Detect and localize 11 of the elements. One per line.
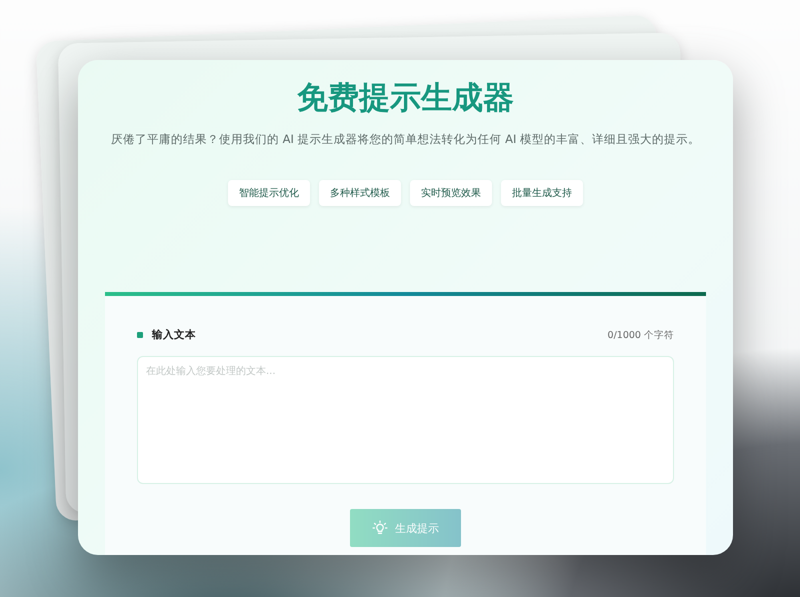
text-input-field[interactable]: 在此处输入您要处理的文本... bbox=[137, 356, 674, 484]
square-bullet-icon bbox=[137, 332, 143, 338]
character-counter: 0/1000 个字符 bbox=[608, 328, 674, 342]
lightbulb-icon bbox=[372, 520, 388, 536]
feature-tag: 多种样式模板 bbox=[319, 180, 401, 206]
input-label: 输入文本 bbox=[152, 328, 196, 342]
feature-tag: 批量生成支持 bbox=[501, 180, 583, 206]
feature-tag: 实时预览效果 bbox=[410, 180, 492, 206]
feature-tag: 智能提示优化 bbox=[228, 180, 310, 206]
page-title: 免费提示生成器 bbox=[297, 79, 514, 118]
subtitle: 厌倦了平庸的结果？使用我们的 AI 提示生成器将您的简单想法转化为任何 AI 模型的丰富、详细且强大的提示。 bbox=[110, 132, 700, 147]
